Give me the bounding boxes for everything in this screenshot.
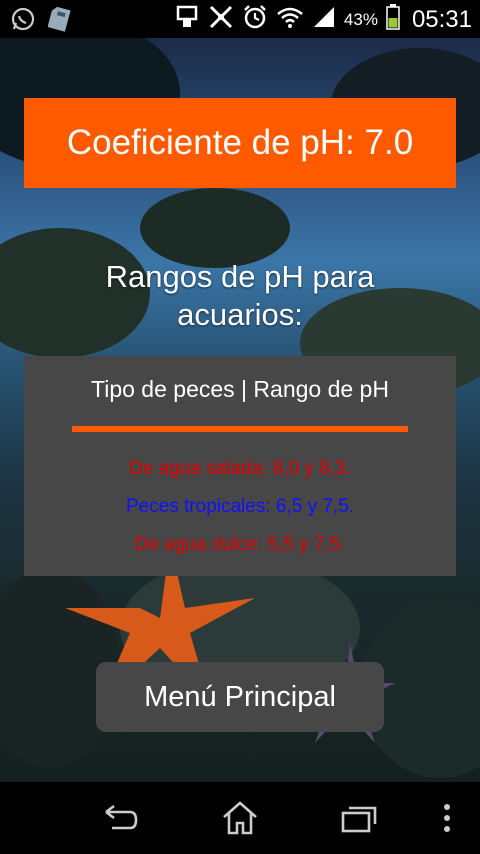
alarm-clock-icon — [242, 4, 268, 35]
overflow-menu-icon[interactable] — [442, 802, 452, 838]
no-signal-tools-icon — [208, 4, 234, 35]
navigation-bar — [0, 782, 480, 854]
whatsapp-icon — [10, 6, 36, 37]
main-menu-button[interactable]: Menú Principal — [96, 662, 384, 732]
recent-apps-icon[interactable] — [340, 800, 378, 838]
wifi-icon — [276, 5, 304, 34]
range-tropical: Peces tropicales: 6,5 y 7,5. — [125, 496, 355, 517]
ph-ranges-heading: Rangos de pH para acuarios: — [105, 259, 375, 332]
clock: 05:31 — [411, 5, 472, 33]
usb-icon — [174, 5, 200, 34]
table-header: Tipo de peces | Rango de pH — [91, 376, 389, 402]
home-icon[interactable] — [221, 800, 259, 840]
sd-card-icon — [47, 6, 72, 37]
battery-charging-icon — [386, 4, 400, 35]
range-freshwater: De agua dulce: 5,5 y 7,5. — [134, 534, 346, 555]
main-menu-button-label: Menú Principal — [144, 680, 336, 713]
ph-coefficient-text: Coeficiente de pH: 7.0 — [66, 123, 414, 162]
ph-coefficient-banner: Coeficiente de pH: 7.0 — [24, 98, 456, 188]
range-saltwater: De agua salada: 8,0 y 8,3. — [129, 458, 351, 479]
ph-ranges-table: Tipo de peces | Rango de pH De agua sala… — [24, 356, 456, 576]
table-divider — [72, 426, 408, 432]
battery-percent: 43% — [343, 9, 378, 29]
cell-signal-icon — [312, 5, 336, 34]
status-bar: 43% 05:31 — [0, 0, 480, 38]
back-icon[interactable] — [102, 800, 140, 838]
